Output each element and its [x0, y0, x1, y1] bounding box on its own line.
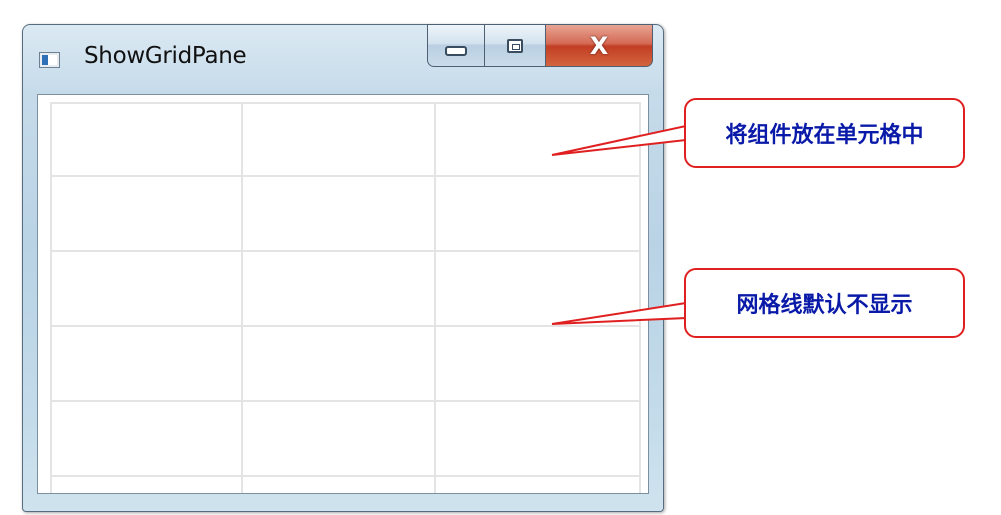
annotation-text-1: 将组件放在单元格中 — [725, 123, 924, 148]
callout-pointers — [551, 124, 687, 325]
callout-pointer-2 — [551, 301, 687, 325]
annotation-callout-2: 网格线默认不显示 — [684, 268, 965, 338]
callout-pointer-1 — [551, 124, 687, 156]
annotation-text-2: 网格线默认不显示 — [736, 293, 913, 318]
annotation-callout-1: 将组件放在单元格中 — [684, 98, 965, 168]
